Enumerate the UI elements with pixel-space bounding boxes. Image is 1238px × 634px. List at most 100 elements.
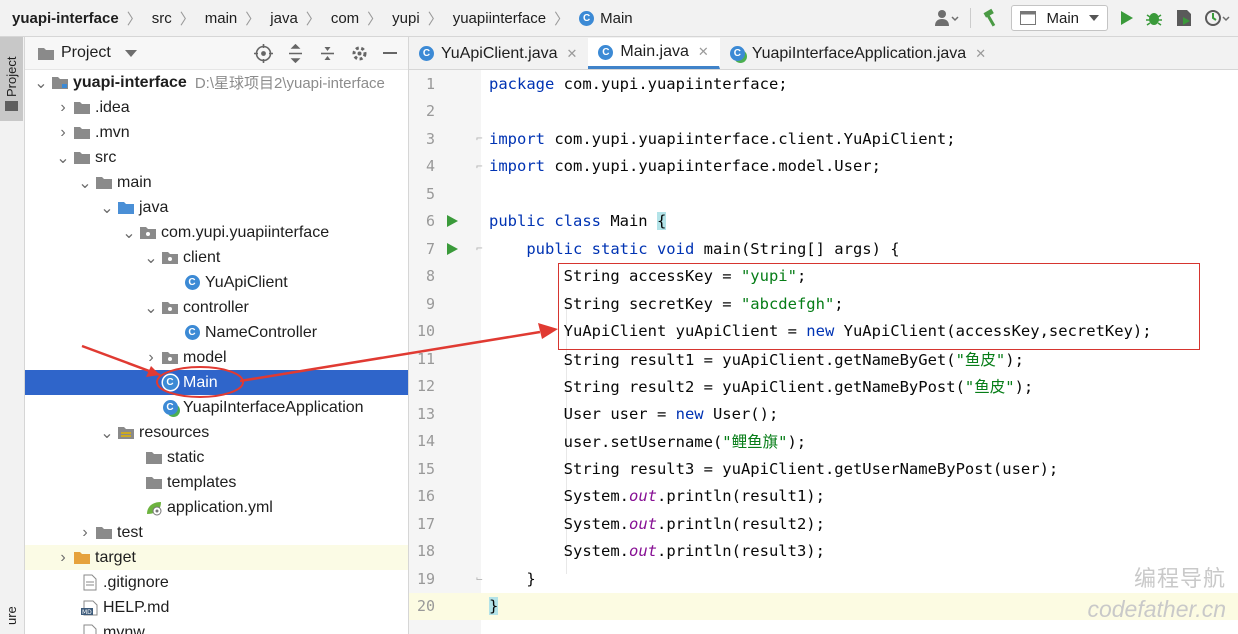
run-icon[interactable] bbox=[1118, 10, 1134, 26]
close-icon[interactable]: ✕ bbox=[975, 46, 986, 62]
tree-row-resources[interactable]: ⌄ resources bbox=[25, 420, 408, 445]
run-configuration-select[interactable]: Main bbox=[1011, 5, 1108, 31]
user-icon[interactable] bbox=[934, 9, 960, 27]
gear-icon[interactable] bbox=[350, 44, 369, 63]
tree-row-java[interactable]: ⌄ java bbox=[25, 195, 408, 220]
chevron-down-icon[interactable]: ⌄ bbox=[99, 423, 115, 443]
run-gutter-icon[interactable] bbox=[445, 214, 459, 228]
tree-row-help-md[interactable]: MD HELP.md bbox=[25, 595, 408, 620]
code-line-14[interactable]: 14 user.setUsername("鲤鱼旗"); bbox=[409, 428, 1238, 456]
tree-row-controller[interactable]: ⌄ controller bbox=[25, 295, 408, 320]
tree-row-src[interactable]: ⌄ src bbox=[25, 145, 408, 170]
watermark-url: codefather.cn bbox=[1087, 596, 1226, 622]
tab-application[interactable]: C YuapiInterfaceApplication.java ✕ bbox=[720, 38, 997, 69]
chevron-right-icon[interactable]: › bbox=[77, 524, 93, 542]
fold-marker-icon[interactable]: ⌐ bbox=[476, 160, 483, 173]
close-icon[interactable]: ✕ bbox=[698, 44, 709, 60]
code-line-1[interactable]: 1 package com.yupi.yuapiinterface; bbox=[409, 70, 1238, 98]
breadcrumb-item-project[interactable]: yuapi-interface 〉 bbox=[0, 8, 142, 29]
chevron-right-icon[interactable]: › bbox=[55, 549, 71, 567]
tree-row-client[interactable]: ⌄ client bbox=[25, 245, 408, 270]
code-line-18[interactable]: 18 System.out.println(result3); bbox=[409, 538, 1238, 566]
chevron-down-icon[interactable]: ⌄ bbox=[121, 223, 137, 243]
tree-row-target[interactable]: › target bbox=[25, 545, 408, 570]
breadcrumb-item-yuapiinterface[interactable]: yuapiinterface 〉 bbox=[443, 8, 569, 29]
structure-tool-window-tab[interactable]: ure bbox=[4, 606, 19, 625]
hammer-icon[interactable] bbox=[981, 8, 1001, 28]
expand-all-icon[interactable] bbox=[286, 43, 305, 63]
code-area[interactable]: 1 package com.yupi.yuapiinterface; 2 3 ⌐… bbox=[409, 70, 1238, 634]
code-line-12[interactable]: 12 String result2 = yuApiClient.getNameB… bbox=[409, 373, 1238, 401]
code-line-3[interactable]: 3 ⌐ import com.yupi.yuapiinterface.clien… bbox=[409, 125, 1238, 153]
breadcrumb-item-main-class[interactable]: C Main bbox=[569, 10, 633, 27]
watermark: 编程导航 codefather.cn bbox=[1087, 563, 1226, 625]
breadcrumb-item-com[interactable]: com 〉 bbox=[321, 8, 382, 29]
chevron-down-icon[interactable]: ⌄ bbox=[143, 248, 159, 268]
tree-row-mvnw[interactable]: mvnw bbox=[25, 620, 408, 634]
tree-row-main-class[interactable]: C Main bbox=[25, 370, 408, 395]
breadcrumb-item-java[interactable]: java 〉 bbox=[260, 8, 321, 29]
code-line-11[interactable]: 11 String result1 = yuApiClient.getNameB… bbox=[409, 345, 1238, 373]
code-line-16[interactable]: 16 System.out.println(result1); bbox=[409, 483, 1238, 511]
tree-row-idea[interactable]: › .idea bbox=[25, 95, 408, 120]
code-line-4[interactable]: 4 ⌐ import com.yupi.yuapiinterface.model… bbox=[409, 153, 1238, 181]
breadcrumb-item-yupi[interactable]: yupi 〉 bbox=[382, 8, 443, 29]
chevron-down-icon[interactable] bbox=[124, 49, 137, 57]
chevron-down-icon[interactable]: ⌄ bbox=[33, 73, 49, 93]
fold-marker-icon[interactable]: ⌙ bbox=[476, 572, 483, 585]
coverage-icon[interactable] bbox=[1174, 8, 1194, 28]
chevron-right-icon[interactable]: › bbox=[143, 349, 159, 367]
tab-yuapiclient[interactable]: C YuApiClient.java ✕ bbox=[409, 38, 588, 69]
folder-icon bbox=[93, 525, 115, 540]
locate-file-icon[interactable] bbox=[254, 43, 273, 63]
tree-row-namecontroller[interactable]: C NameController bbox=[25, 320, 408, 345]
tree-row-project-root[interactable]: ⌄ yuapi-interface D:\星球项目2\yuapi-interfa… bbox=[25, 70, 408, 95]
tree-row-test[interactable]: › test bbox=[25, 520, 408, 545]
run-configuration-label: Main bbox=[1046, 9, 1079, 27]
code-line-15[interactable]: 15 String result3 = yuApiClient.getUserN… bbox=[409, 455, 1238, 483]
chevron-down-icon[interactable]: ⌄ bbox=[143, 298, 159, 318]
fold-marker-icon[interactable]: ⌐ bbox=[476, 132, 483, 145]
code-line-6[interactable]: 6 public class Main { bbox=[409, 208, 1238, 236]
tree-row-package[interactable]: ⌄ com.yupi.yuapiinterface bbox=[25, 220, 408, 245]
project-view-label[interactable]: Project bbox=[61, 44, 111, 62]
code-line-17[interactable]: 17 System.out.println(result2); bbox=[409, 510, 1238, 538]
close-icon[interactable]: ✕ bbox=[567, 46, 578, 62]
tree-row-main[interactable]: ⌄ main bbox=[25, 170, 408, 195]
code-editor: C YuApiClient.java ✕ C Main.java ✕ C Yua… bbox=[409, 37, 1238, 634]
profile-icon[interactable] bbox=[1204, 8, 1230, 28]
tree-row-application[interactable]: C YuapiInterfaceApplication bbox=[25, 395, 408, 420]
package-icon bbox=[159, 350, 181, 365]
breadcrumb-item-src[interactable]: src 〉 bbox=[142, 8, 195, 29]
breadcrumb-item-main[interactable]: main 〉 bbox=[195, 8, 261, 29]
chevron-down-icon[interactable]: ⌄ bbox=[99, 198, 115, 218]
tree-row-gitignore[interactable]: .gitignore bbox=[25, 570, 408, 595]
code-line-9[interactable]: 9 String secretKey = "abcdefgh"; bbox=[409, 290, 1238, 318]
code-line-7[interactable]: 7 ⌐ public static void main(String[] arg… bbox=[409, 235, 1238, 263]
resources-folder-icon bbox=[115, 425, 137, 440]
minimize-icon[interactable] bbox=[382, 45, 398, 61]
tree-row-mvn[interactable]: › .mvn bbox=[25, 120, 408, 145]
debug-icon[interactable] bbox=[1144, 8, 1164, 28]
tree-row-application-yml[interactable]: application.yml bbox=[25, 495, 408, 520]
project-tool-window-tab[interactable]: Project bbox=[0, 37, 23, 121]
code-line-2[interactable]: 2 bbox=[409, 98, 1238, 126]
code-line-5[interactable]: 5 bbox=[409, 180, 1238, 208]
chevron-down-icon[interactable]: ⌄ bbox=[55, 148, 71, 168]
fold-marker-icon[interactable]: ⌐ bbox=[476, 242, 483, 255]
tree-row-static[interactable]: static bbox=[25, 445, 408, 470]
chevron-down-icon[interactable]: ⌄ bbox=[77, 173, 93, 193]
tree-row-yuapiclient[interactable]: C YuApiClient bbox=[25, 270, 408, 295]
chevron-right-icon[interactable]: › bbox=[55, 99, 71, 117]
collapse-all-icon[interactable] bbox=[318, 44, 337, 63]
tab-main[interactable]: C Main.java ✕ bbox=[588, 38, 720, 69]
code-line-10[interactable]: 10 YuApiClient yuApiClient = new YuApiCl… bbox=[409, 318, 1238, 346]
chevron-right-icon[interactable]: › bbox=[55, 124, 71, 142]
code-line-13[interactable]: 13 User user = new User(); bbox=[409, 400, 1238, 428]
code-line-8[interactable]: 8 String accessKey = "yupi"; bbox=[409, 263, 1238, 291]
tree-row-model[interactable]: › model bbox=[25, 345, 408, 370]
watermark-title: 编程导航 bbox=[1133, 566, 1226, 591]
run-gutter-icon[interactable] bbox=[445, 242, 459, 256]
tree-row-templates[interactable]: templates bbox=[25, 470, 408, 495]
markdown-file-icon: MD bbox=[79, 600, 101, 616]
